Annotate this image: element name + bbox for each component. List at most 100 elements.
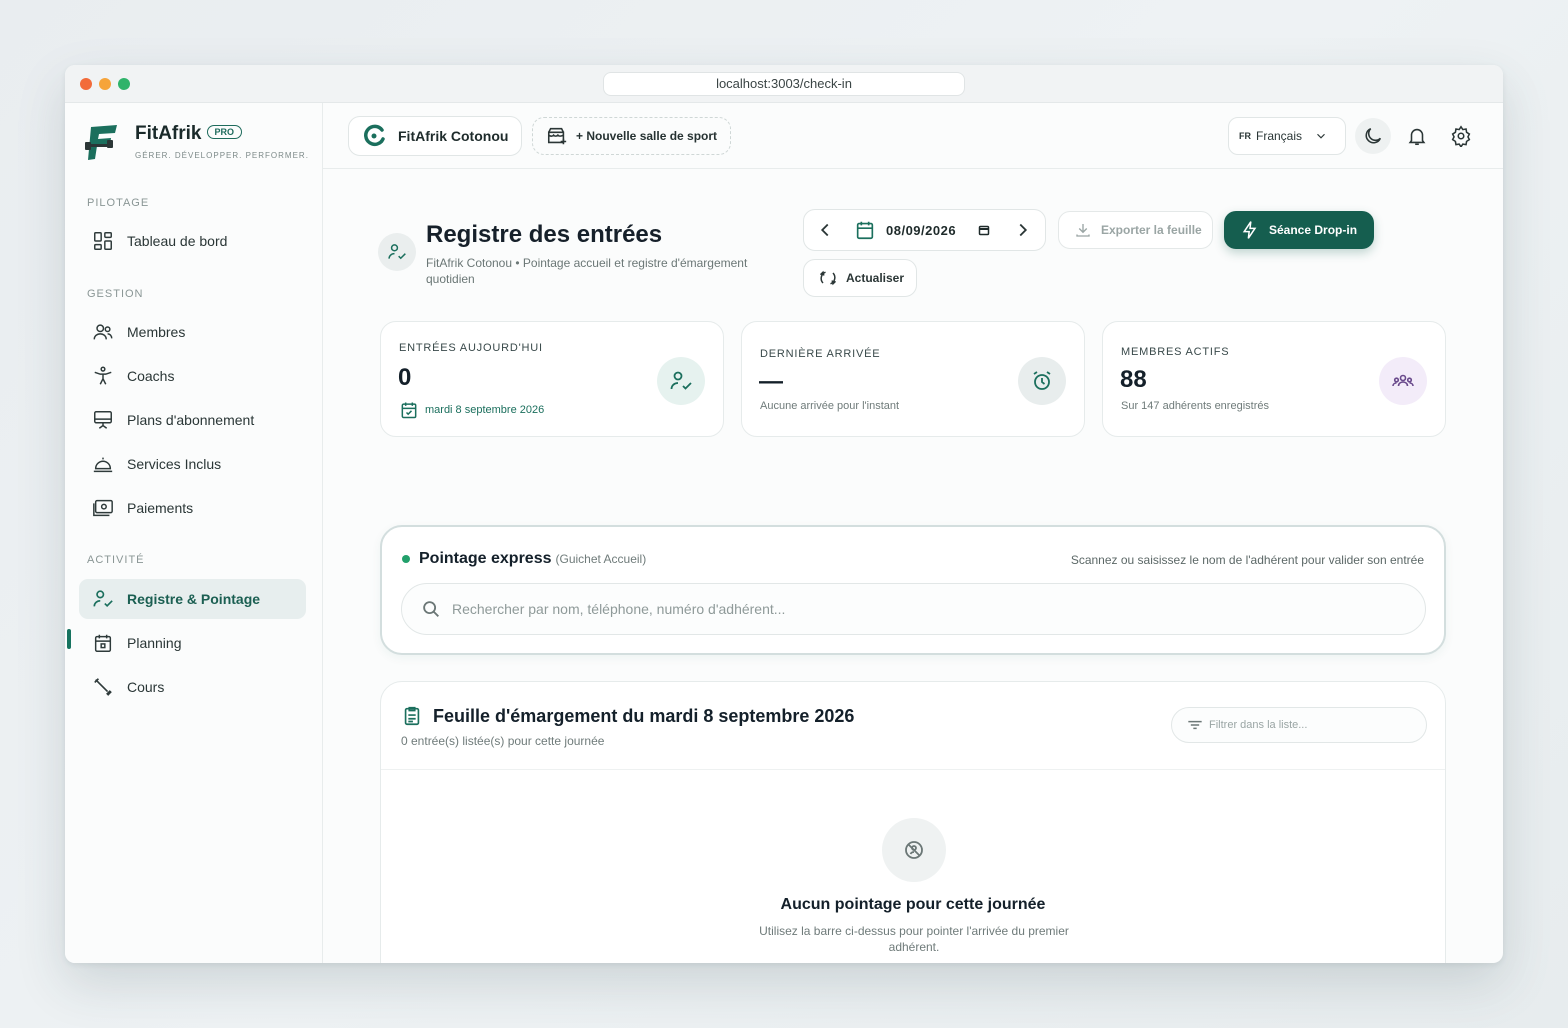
sidebar-item-plans[interactable]: Plans d'abonnement xyxy=(79,400,306,440)
gym-logo-icon xyxy=(364,124,385,147)
stat-label: MEMBRES ACTIFS xyxy=(1121,346,1230,358)
gear-icon xyxy=(1451,125,1471,147)
dumbbell-icon xyxy=(94,678,112,696)
fitafrik-logo-icon xyxy=(85,125,117,160)
sidebar-item-label: Plans d'abonnement xyxy=(127,412,255,428)
date-picker-icon[interactable] xyxy=(978,224,990,236)
stat-label: ENTRÉES AUJOURD'HUI xyxy=(399,342,543,354)
search-icon xyxy=(423,601,439,617)
main-content: Registre des entrées FitAfrik Cotonou • … xyxy=(323,169,1503,963)
page-icon xyxy=(378,233,416,271)
export-label: Exporter la feuille xyxy=(1101,223,1202,237)
sidebar-item-label: Planning xyxy=(127,635,182,651)
calendar-icon xyxy=(94,634,112,652)
alarm-clock-icon xyxy=(1033,371,1051,390)
subscription-icon xyxy=(94,411,112,429)
maximize-window-button[interactable] xyxy=(118,78,130,90)
service-bell-icon xyxy=(93,457,113,473)
settings-button[interactable] xyxy=(1443,118,1479,154)
sidebar-item-members[interactable]: Membres xyxy=(79,312,306,352)
brand-name: FitAfrik xyxy=(135,123,202,144)
sidebar-item-label: Membres xyxy=(127,324,186,340)
sidebar-item-coachs[interactable]: Coachs xyxy=(79,356,306,396)
member-search-box[interactable] xyxy=(401,583,1426,635)
refresh-label: Actualiser xyxy=(846,271,905,285)
new-gym-label: + Nouvelle salle de sport xyxy=(576,129,718,143)
list-filter-box[interactable] xyxy=(1171,707,1427,743)
top-bar: FitAfrik Cotonou + Nouvelle salle de spo… xyxy=(323,103,1503,169)
address-bar[interactable]: localhost:3003/check-in xyxy=(603,72,965,96)
attendance-sheet-header: Feuille d'émargement du mardi 8 septembr… xyxy=(381,682,1445,770)
entries-count: 0 entrée(s) listée(s) pour cette journée xyxy=(401,734,605,748)
chevron-left-icon[interactable] xyxy=(814,219,836,241)
sidebar-item-label: Services Inclus xyxy=(127,456,222,472)
sidebar-item-dashboard[interactable]: Tableau de bord xyxy=(79,221,306,261)
close-window-button[interactable] xyxy=(80,78,92,90)
new-gym-button[interactable]: + Nouvelle salle de sport xyxy=(532,117,731,155)
empty-state-subtitle: Utilisez la barre ci-dessus pour pointer… xyxy=(759,924,1069,954)
section-label-activite: ACTIVITÉ xyxy=(87,554,145,566)
brand-tagline: GÉRER. DÉVELOPPER. PERFORMER. xyxy=(135,151,309,160)
window-controls xyxy=(80,78,130,90)
express-hint: Scannez ou saisissez le nom de l'adhéren… xyxy=(1070,553,1424,567)
dark-mode-toggle[interactable] xyxy=(1355,118,1391,154)
stat-icon xyxy=(1018,357,1066,405)
list-filter-input[interactable] xyxy=(1209,719,1409,731)
express-checkin-panel: Pointage express (Guichet Accueil) Scanne… xyxy=(380,525,1446,655)
express-title-text: Pointage express xyxy=(419,550,552,567)
stat-value: 0 xyxy=(398,364,412,391)
users-icon xyxy=(93,324,113,340)
page-subtitle: FitAfrik Cotonou • Pointage accueil et r… xyxy=(426,256,748,286)
section-label-pilotage: PILOTAGE xyxy=(87,197,150,209)
minimize-window-button[interactable] xyxy=(99,78,111,90)
sidebar-item-cours[interactable]: Cours xyxy=(79,667,306,707)
browser-window: localhost:3003/check-in FitAfrik PRO GÉRE… xyxy=(65,65,1503,963)
notifications-button[interactable] xyxy=(1399,118,1435,154)
pro-badge: PRO xyxy=(206,125,243,139)
dropin-session-button[interactable]: Séance Drop-in xyxy=(1224,211,1374,249)
gym-selector[interactable]: FitAfrik Cotonou xyxy=(348,116,522,156)
brand[interactable]: FitAfrik PRO GÉRER. DÉVELOPPER. PERFORMER… xyxy=(83,121,308,163)
stat-card-entries-today: ENTRÉES AUJOURD'HUI 0 mardi 8 septembre … xyxy=(380,321,724,437)
refresh-button[interactable]: Actualiser xyxy=(803,259,917,297)
user-check-icon xyxy=(670,371,692,390)
attendance-sheet: Feuille d'émargement du mardi 8 septembr… xyxy=(380,681,1446,963)
language-selector[interactable]: FR Français xyxy=(1228,117,1346,155)
stat-sub: mardi 8 septembre 2026 xyxy=(399,400,544,420)
stat-sub-text: mardi 8 septembre 2026 xyxy=(425,404,545,416)
stat-value: 88 xyxy=(1120,366,1147,393)
lightning-icon xyxy=(1242,221,1257,239)
gym-name: FitAfrik Cotonou xyxy=(398,128,509,144)
stat-value: — xyxy=(759,368,783,395)
sidebar-item-label: Registre & Pointage xyxy=(127,591,261,607)
stat-sub-text: Aucune arrivée pour l'instant xyxy=(760,400,900,412)
browser-titlebar: localhost:3003/check-in xyxy=(65,65,1503,103)
express-title: Pointage express (Guichet Accueil) xyxy=(419,550,646,568)
export-sheet-button[interactable]: Exporter la feuille xyxy=(1058,211,1213,249)
dropin-label: Séance Drop-in xyxy=(1269,223,1358,237)
sidebar-item-label: Coachs xyxy=(127,368,175,384)
attendance-sheet-title: Feuille d'émargement du mardi 8 septembr… xyxy=(433,706,855,726)
user-check-icon xyxy=(93,590,113,608)
no-entry-icon xyxy=(905,841,923,859)
stat-icon xyxy=(1379,357,1427,405)
brand-text: FitAfrik PRO GÉRER. DÉVELOPPER. PERFORMER… xyxy=(135,123,309,160)
bell-icon xyxy=(1408,128,1426,146)
section-label-gestion: GESTION xyxy=(87,288,144,300)
refresh-icon xyxy=(819,270,837,286)
filter-icon xyxy=(1188,720,1202,730)
group-icon xyxy=(1392,374,1414,387)
sidebar-item-payments[interactable]: Paiements xyxy=(79,488,306,528)
chevron-down-icon xyxy=(1317,133,1325,139)
coach-icon xyxy=(94,366,112,385)
member-search-input[interactable] xyxy=(452,601,1352,617)
status-dot xyxy=(402,555,410,563)
sidebar-item-registre[interactable]: Registre & Pointage xyxy=(79,579,306,619)
sidebar-item-services[interactable]: Services Inclus xyxy=(79,444,306,484)
sidebar-item-label: Paiements xyxy=(127,500,194,516)
express-subtitle: (Guichet Accueil) xyxy=(555,552,647,566)
calendar-check-icon xyxy=(401,402,417,419)
sidebar-item-planning[interactable]: Planning xyxy=(79,623,306,663)
chevron-right-icon[interactable] xyxy=(1012,219,1034,241)
date-input[interactable]: 08/09/2026 xyxy=(886,223,956,238)
